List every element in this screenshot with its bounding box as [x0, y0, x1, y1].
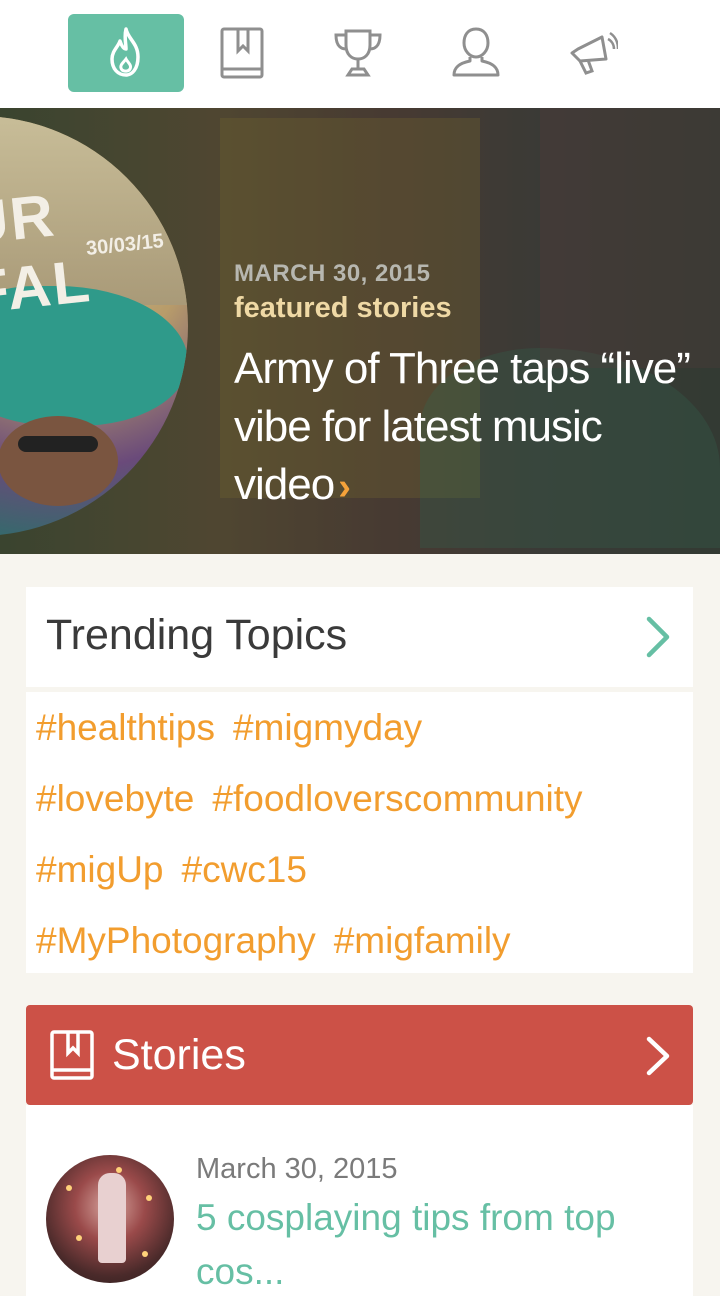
top-navigation — [0, 0, 720, 108]
hashtag-link[interactable]: #migUp — [36, 849, 164, 890]
story-date: March 30, 2015 — [196, 1153, 398, 1185]
nav-announcements-button[interactable] — [534, 14, 650, 92]
trophy-icon — [334, 29, 382, 77]
image-glasses — [18, 436, 98, 452]
hashtag-link[interactable]: #MyPhotography — [36, 920, 316, 961]
nav-hot-button[interactable] — [68, 14, 184, 92]
thumbnail-light — [76, 1235, 82, 1241]
hashtag-link[interactable]: #foodloverscommunity — [212, 778, 582, 819]
book-icon — [50, 1030, 94, 1080]
user-icon — [452, 27, 500, 77]
chevron-right-icon — [646, 1036, 670, 1076]
book-icon — [220, 27, 264, 79]
trending-topics-list: #healthtips #migmyday #lovebyte #foodlover… — [26, 692, 693, 973]
stories-header[interactable]: Stories — [26, 1005, 693, 1105]
hashtag-link[interactable]: #cwc15 — [182, 849, 307, 890]
featured-story-banner[interactable]: UR FAL 30/03/15 MARCH 30, 2015 featured … — [0, 108, 720, 554]
thumbnail-figure — [98, 1173, 126, 1263]
nav-profile-button[interactable] — [418, 14, 534, 92]
megaphone-icon — [570, 31, 618, 75]
tag-row: #healthtips #migmyday — [36, 702, 686, 773]
hashtag-link[interactable]: #healthtips — [36, 707, 215, 748]
trending-topics-title: Trending Topics — [46, 611, 348, 659]
story-thumbnail — [46, 1155, 174, 1283]
story-title-link[interactable]: 5 cosplaying tips from top cos... — [196, 1191, 676, 1296]
image-face — [0, 416, 118, 506]
featured-story-category: featured stories — [234, 292, 452, 324]
featured-story-title[interactable]: Army of Three taps “live” vibe for lates… — [234, 340, 694, 516]
thumbnail-light — [116, 1167, 122, 1173]
tag-row: #migUp #cwc15 — [36, 844, 686, 915]
story-list-item[interactable]: March 30, 2015 5 cosplaying tips from to… — [26, 1105, 693, 1296]
stories-title: Stories — [112, 1031, 246, 1079]
thumbnail-light — [146, 1195, 152, 1201]
hashtag-link[interactable]: #lovebyte — [36, 778, 194, 819]
hashtag-link[interactable]: #migfamily — [334, 920, 511, 961]
flame-icon — [110, 27, 140, 77]
tag-row: #MyPhotography #migfamily — [36, 915, 686, 986]
tag-row: #lovebyte #foodloverscommunity — [36, 773, 686, 844]
featured-story-title-text: Army of Three taps “live” vibe for lates… — [234, 344, 691, 509]
nav-leaderboard-button[interactable] — [300, 14, 416, 92]
thumbnail-light — [66, 1185, 72, 1191]
chevron-right-icon: › — [338, 466, 351, 508]
thumbnail-light — [142, 1251, 148, 1257]
featured-story-date: MARCH 30, 2015 — [234, 260, 431, 287]
nav-stories-button[interactable] — [184, 14, 300, 92]
trending-topics-header[interactable]: Trending Topics — [26, 587, 693, 687]
chevron-right-icon — [646, 616, 670, 658]
hashtag-link[interactable]: #migmyday — [233, 707, 422, 748]
